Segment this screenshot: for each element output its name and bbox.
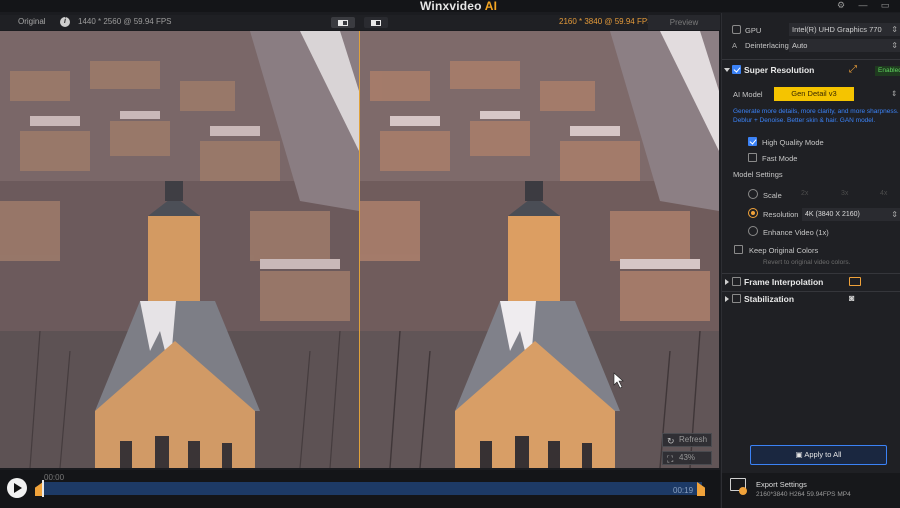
stabilization-title: Stabilization	[744, 294, 795, 304]
scale-radio[interactable]	[748, 189, 758, 199]
city-aerial-image	[0, 31, 359, 468]
gear-icon[interactable]: ⚙	[834, 0, 848, 11]
divider	[722, 291, 900, 292]
gpu-select[interactable]: Intel(R) UHD Graphics 770 ⇕	[789, 23, 900, 36]
gpu-label: GPU	[745, 26, 762, 35]
app-title-ai: AI	[484, 0, 498, 13]
play-button[interactable]	[7, 478, 27, 498]
expand-icon[interactable]: ⤢	[849, 64, 857, 75]
stabilization-checkbox[interactable]	[732, 294, 741, 303]
gpu-icon	[732, 25, 741, 34]
expand-caret-icon[interactable]	[725, 296, 729, 302]
apply-to-all-button[interactable]: ▣ Apply to All	[750, 445, 887, 465]
resolution-select[interactable]: 4K (3840 X 2160) ⇕	[802, 208, 900, 221]
end-time: 00:19	[673, 486, 694, 495]
apply-icon: ▣	[795, 450, 805, 459]
scale-label: Scale	[763, 191, 782, 200]
deinterlacing-value: Auto	[792, 41, 808, 50]
high-quality-label: High Quality Mode	[762, 138, 824, 147]
scale-option-2x[interactable]: 2x	[801, 190, 808, 197]
divider	[722, 273, 900, 274]
playhead[interactable]	[42, 480, 44, 497]
ai-model-description: Generate more details, more clarity, and…	[733, 108, 899, 124]
info-icon[interactable]: i	[60, 17, 70, 27]
export-settings[interactable]: Export Settings 2160*3840 H264 59.94FPS …	[722, 473, 900, 508]
deinterlacing-select[interactable]: Auto ⇕	[789, 39, 900, 52]
split-view-button[interactable]	[331, 17, 355, 28]
ai-model-select[interactable]: Gen Detail v3	[774, 87, 854, 101]
title-bar: Winxvideo AI ⚙ — ▭	[0, 0, 900, 13]
city-aerial-enhanced-image	[360, 31, 719, 468]
resolution-label: Resolution	[763, 210, 799, 219]
chevron-updown-icon[interactable]: ⇕	[891, 89, 897, 98]
fast-mode-label: Fast Mode	[762, 154, 798, 163]
enhance-video-radio[interactable]	[748, 226, 758, 236]
super-resolution-title: Super Resolution	[744, 65, 815, 75]
camera-icon: ◙	[849, 293, 855, 303]
refresh-icon: ↻	[667, 436, 675, 446]
divider	[722, 59, 900, 60]
enhanced-video-frame[interactable]	[360, 31, 719, 468]
tab-preview[interactable]: Preview	[648, 15, 720, 30]
original-video-frame[interactable]	[0, 31, 359, 468]
app-title-main: Winxvideo	[420, 0, 482, 13]
minimize-icon[interactable]: —	[856, 0, 870, 11]
preview-header: Original i 1440 * 2560 @ 59.94 FPS 2160 …	[0, 15, 720, 30]
deinterlacing-label: Deinterlacing	[745, 41, 789, 50]
model-settings-label: Model Settings	[733, 170, 783, 179]
fast-mode-checkbox[interactable]	[748, 153, 757, 162]
chevron-updown-icon: ⇕	[891, 41, 898, 50]
super-resolution-checkbox[interactable]	[732, 65, 741, 74]
settings-gear-icon	[739, 487, 747, 495]
apply-to-all-label: Apply to All	[804, 450, 842, 459]
deinterlace-icon: A	[732, 41, 738, 50]
tab-original[interactable]: Original	[18, 17, 46, 26]
ai-model-label: AI Model	[733, 90, 763, 99]
export-settings-info: 2160*3840 H264 59.94FPS MP4	[756, 491, 851, 498]
gpu-value: Intel(R) UHD Graphics 770	[792, 25, 882, 34]
frame-interpolation-title: Frame Interpolation	[744, 277, 824, 287]
scale-option-4x[interactable]: 4x	[880, 190, 887, 197]
enabled-badge: Enabled	[875, 66, 900, 76]
zoom-level: 43%	[679, 453, 696, 462]
timeline-track[interactable]	[42, 482, 702, 495]
split-view-icon	[338, 20, 348, 26]
keep-colors-checkbox[interactable]	[734, 245, 743, 254]
maximize-icon[interactable]: ▭	[878, 0, 892, 11]
original-resolution: 1440 * 2560 @ 59.94 FPS	[78, 17, 172, 26]
settings-panel: GPU Intel(R) UHD Graphics 770 ⇕ A Deinter…	[721, 13, 900, 508]
zoom-button[interactable]: ⛶ 43%	[662, 451, 712, 465]
refresh-button[interactable]: ↻ Refresh	[662, 433, 712, 447]
high-quality-checkbox[interactable]	[748, 137, 757, 146]
ai-model-value: Gen Detail v3	[791, 89, 837, 98]
current-time: 00:00	[44, 473, 65, 482]
expand-caret-icon[interactable]	[725, 279, 729, 285]
keep-colors-label: Keep Original Colors	[749, 246, 819, 255]
side-by-side-view-button[interactable]	[364, 17, 388, 28]
chevron-updown-icon: ⇕	[891, 210, 898, 219]
keep-colors-hint: Revert to original video colors.	[763, 259, 851, 266]
resolution-radio[interactable]	[748, 208, 758, 218]
side-by-side-view-icon	[371, 20, 381, 26]
frame-interpolation-icon	[849, 277, 861, 286]
chevron-updown-icon: ⇕	[891, 25, 898, 34]
collapse-caret-icon[interactable]	[724, 68, 730, 72]
app-title: Winxvideo AI	[420, 0, 497, 13]
frame-interpolation-checkbox[interactable]	[732, 277, 741, 286]
output-resolution: 2160 * 3840 @ 59.94 FPS	[559, 17, 653, 26]
resolution-value: 4K (3840 X 2160)	[805, 211, 860, 218]
enhance-video-label: Enhance Video (1x)	[763, 228, 829, 237]
export-settings-title: Export Settings	[756, 480, 807, 489]
zoom-icon: ⛶	[667, 454, 674, 464]
refresh-label: Refresh	[679, 435, 708, 444]
scale-option-3x[interactable]: 3x	[841, 190, 848, 197]
